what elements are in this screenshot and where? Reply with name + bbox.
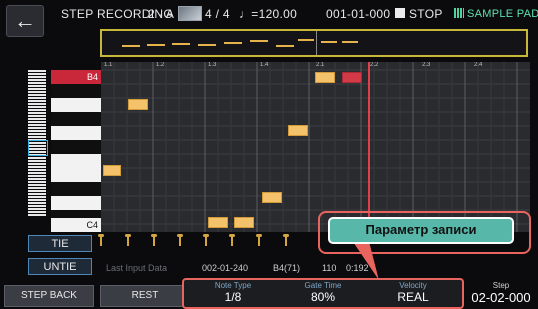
overview-note xyxy=(342,41,358,43)
last-input-position: 002-01-240 xyxy=(202,263,249,273)
record-parameter-callout: Параметр записи xyxy=(328,217,514,244)
last-input-velocity: 110 xyxy=(322,263,337,273)
step-back-button[interactable]: STEP BACK xyxy=(4,285,94,307)
tie-marker[interactable] xyxy=(98,234,104,246)
measure-label: 1.4 xyxy=(260,62,269,68)
white-key[interactable] xyxy=(51,196,101,210)
arrow-left-icon: ← xyxy=(14,8,36,33)
track-label: 2 - A xyxy=(148,7,175,21)
tie-marker[interactable] xyxy=(283,234,289,246)
overview-note xyxy=(298,39,314,41)
tie-marker[interactable] xyxy=(256,234,262,246)
measure-label: 1.1 xyxy=(104,62,113,68)
note-block[interactable] xyxy=(262,192,282,203)
black-key[interactable] xyxy=(51,140,101,154)
gate-time-value: 80% xyxy=(310,290,336,304)
note-block[interactable] xyxy=(315,72,335,83)
note-block[interactable] xyxy=(128,99,148,110)
overview-note xyxy=(321,41,337,43)
piano-keys[interactable]: B4 C4 xyxy=(51,70,101,232)
untie-button[interactable]: UNTIE xyxy=(28,258,92,275)
measure-label: 2.2 xyxy=(370,62,379,68)
measure-label: 2.4 xyxy=(474,62,483,68)
tie-marker[interactable] xyxy=(203,234,209,246)
overview-note xyxy=(250,40,268,42)
measure-label: 1.2 xyxy=(156,62,165,68)
note-block[interactable] xyxy=(288,125,308,136)
white-key[interactable] xyxy=(51,126,101,140)
black-key[interactable] xyxy=(51,112,101,126)
tie-marker[interactable] xyxy=(151,234,157,246)
measure-label: 1.3 xyxy=(208,62,217,68)
overview-note xyxy=(224,42,242,44)
gate-time-control[interactable]: Gate Time 80% xyxy=(280,281,366,304)
sample-pad-button[interactable]: SAMPLE PAD xyxy=(467,8,538,20)
grid-lines xyxy=(101,62,530,232)
white-key[interactable] xyxy=(51,98,101,112)
key-c4[interactable]: C4 xyxy=(51,218,101,232)
tie-marker[interactable] xyxy=(177,234,183,246)
tempo: ♩=120.00 xyxy=(239,7,298,21)
last-input-label: Last Input Data xyxy=(106,263,168,273)
overview-note xyxy=(122,45,140,47)
overview-strip[interactable] xyxy=(100,29,528,57)
note-type-value: 1/8 xyxy=(224,290,242,304)
stop-status: STOP xyxy=(409,7,443,21)
measure-label: 2.1 xyxy=(316,62,325,68)
time-signature-icon xyxy=(178,6,202,21)
velocity-value: REAL xyxy=(397,290,429,304)
step-readout[interactable]: Step 02-02-000 xyxy=(466,281,536,304)
note-block[interactable] xyxy=(234,217,254,228)
overview-note xyxy=(276,45,294,47)
piano-roll-grid[interactable]: 1.1 1.2 1.3 1.4 2.1 2.2 2.3 2.4 xyxy=(101,62,530,232)
note-type-control[interactable]: Note Type 1/8 xyxy=(190,281,276,304)
position-readout: 001-01-000 xyxy=(326,7,391,21)
stop-icon xyxy=(395,8,405,18)
overview-note xyxy=(147,44,165,46)
step-value: 02-02-000 xyxy=(471,290,531,305)
velocity-control[interactable]: Velocity REAL xyxy=(370,281,456,304)
white-key[interactable] xyxy=(51,154,101,168)
sample-pad-icon xyxy=(454,8,464,18)
black-key[interactable] xyxy=(51,182,101,196)
keyboard-view-frame[interactable] xyxy=(28,140,48,156)
white-key[interactable] xyxy=(51,168,101,182)
overview-note xyxy=(172,43,190,45)
measure-label: 2.3 xyxy=(422,62,431,68)
tie-marker[interactable] xyxy=(229,234,235,246)
back-button[interactable]: ← xyxy=(6,5,44,37)
last-input-note: B4(71) xyxy=(273,263,301,273)
key-b4[interactable]: B4 xyxy=(51,70,101,84)
overview-note xyxy=(198,44,216,46)
overview-cursor xyxy=(316,31,317,55)
note-block[interactable] xyxy=(103,165,121,176)
time-signature: 4 / 4 xyxy=(205,7,230,21)
rest-button[interactable]: REST xyxy=(100,285,190,307)
note-block[interactable] xyxy=(208,217,228,228)
black-key[interactable] xyxy=(51,84,101,98)
tie-marker[interactable] xyxy=(125,234,131,246)
tie-button[interactable]: TIE xyxy=(28,235,92,252)
note-block-selected[interactable] xyxy=(342,72,362,83)
playhead xyxy=(368,62,370,232)
